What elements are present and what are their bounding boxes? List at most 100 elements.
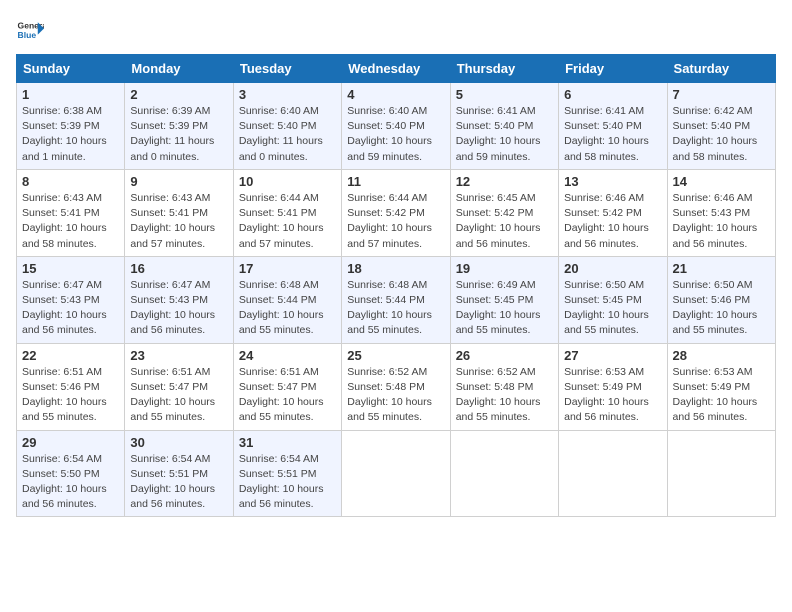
day-info: Sunrise: 6:53 AM Sunset: 5:49 PM Dayligh…	[564, 365, 661, 426]
day-cell: 25 Sunrise: 6:52 AM Sunset: 5:48 PM Dayl…	[342, 343, 450, 430]
day-number: 12	[456, 174, 553, 189]
day-info: Sunrise: 6:45 AM Sunset: 5:42 PM Dayligh…	[456, 191, 553, 252]
day-cell	[667, 430, 775, 517]
day-info: Sunrise: 6:41 AM Sunset: 5:40 PM Dayligh…	[564, 104, 661, 165]
day-info: Sunrise: 6:53 AM Sunset: 5:49 PM Dayligh…	[673, 365, 770, 426]
day-cell: 19 Sunrise: 6:49 AM Sunset: 5:45 PM Dayl…	[450, 256, 558, 343]
day-number: 10	[239, 174, 336, 189]
day-info: Sunrise: 6:40 AM Sunset: 5:40 PM Dayligh…	[347, 104, 444, 165]
day-info: Sunrise: 6:51 AM Sunset: 5:46 PM Dayligh…	[22, 365, 119, 426]
day-number: 4	[347, 87, 444, 102]
day-cell: 21 Sunrise: 6:50 AM Sunset: 5:46 PM Dayl…	[667, 256, 775, 343]
day-cell: 7 Sunrise: 6:42 AM Sunset: 5:40 PM Dayli…	[667, 83, 775, 170]
day-cell: 6 Sunrise: 6:41 AM Sunset: 5:40 PM Dayli…	[559, 83, 667, 170]
day-cell: 12 Sunrise: 6:45 AM Sunset: 5:42 PM Dayl…	[450, 169, 558, 256]
day-cell: 1 Sunrise: 6:38 AM Sunset: 5:39 PM Dayli…	[17, 83, 125, 170]
day-info: Sunrise: 6:43 AM Sunset: 5:41 PM Dayligh…	[130, 191, 227, 252]
day-number: 2	[130, 87, 227, 102]
day-cell: 11 Sunrise: 6:44 AM Sunset: 5:42 PM Dayl…	[342, 169, 450, 256]
day-number: 30	[130, 435, 227, 450]
day-number: 18	[347, 261, 444, 276]
day-info: Sunrise: 6:42 AM Sunset: 5:40 PM Dayligh…	[673, 104, 770, 165]
day-number: 23	[130, 348, 227, 363]
weekday-header-tuesday: Tuesday	[233, 55, 341, 83]
day-number: 13	[564, 174, 661, 189]
day-number: 28	[673, 348, 770, 363]
week-row-1: 1 Sunrise: 6:38 AM Sunset: 5:39 PM Dayli…	[17, 83, 776, 170]
day-info: Sunrise: 6:54 AM Sunset: 5:51 PM Dayligh…	[130, 452, 227, 513]
day-number: 25	[347, 348, 444, 363]
day-number: 14	[673, 174, 770, 189]
day-number: 17	[239, 261, 336, 276]
week-row-3: 15 Sunrise: 6:47 AM Sunset: 5:43 PM Dayl…	[17, 256, 776, 343]
day-cell: 10 Sunrise: 6:44 AM Sunset: 5:41 PM Dayl…	[233, 169, 341, 256]
day-number: 6	[564, 87, 661, 102]
day-cell: 3 Sunrise: 6:40 AM Sunset: 5:40 PM Dayli…	[233, 83, 341, 170]
day-info: Sunrise: 6:52 AM Sunset: 5:48 PM Dayligh…	[456, 365, 553, 426]
day-cell: 4 Sunrise: 6:40 AM Sunset: 5:40 PM Dayli…	[342, 83, 450, 170]
logo-icon: General Blue	[16, 16, 44, 44]
week-row-4: 22 Sunrise: 6:51 AM Sunset: 5:46 PM Dayl…	[17, 343, 776, 430]
day-number: 3	[239, 87, 336, 102]
day-cell: 23 Sunrise: 6:51 AM Sunset: 5:47 PM Dayl…	[125, 343, 233, 430]
week-row-5: 29 Sunrise: 6:54 AM Sunset: 5:50 PM Dayl…	[17, 430, 776, 517]
day-info: Sunrise: 6:47 AM Sunset: 5:43 PM Dayligh…	[22, 278, 119, 339]
weekday-header-friday: Friday	[559, 55, 667, 83]
weekday-header-wednesday: Wednesday	[342, 55, 450, 83]
day-info: Sunrise: 6:46 AM Sunset: 5:42 PM Dayligh…	[564, 191, 661, 252]
day-info: Sunrise: 6:38 AM Sunset: 5:39 PM Dayligh…	[22, 104, 119, 165]
day-info: Sunrise: 6:46 AM Sunset: 5:43 PM Dayligh…	[673, 191, 770, 252]
day-cell: 28 Sunrise: 6:53 AM Sunset: 5:49 PM Dayl…	[667, 343, 775, 430]
day-info: Sunrise: 6:44 AM Sunset: 5:41 PM Dayligh…	[239, 191, 336, 252]
day-cell: 5 Sunrise: 6:41 AM Sunset: 5:40 PM Dayli…	[450, 83, 558, 170]
day-cell: 17 Sunrise: 6:48 AM Sunset: 5:44 PM Dayl…	[233, 256, 341, 343]
day-cell: 20 Sunrise: 6:50 AM Sunset: 5:45 PM Dayl…	[559, 256, 667, 343]
weekday-header-saturday: Saturday	[667, 55, 775, 83]
day-info: Sunrise: 6:52 AM Sunset: 5:48 PM Dayligh…	[347, 365, 444, 426]
day-number: 7	[673, 87, 770, 102]
logo: General Blue	[16, 16, 44, 44]
day-cell	[559, 430, 667, 517]
day-number: 9	[130, 174, 227, 189]
day-cell: 8 Sunrise: 6:43 AM Sunset: 5:41 PM Dayli…	[17, 169, 125, 256]
day-info: Sunrise: 6:51 AM Sunset: 5:47 PM Dayligh…	[130, 365, 227, 426]
day-info: Sunrise: 6:49 AM Sunset: 5:45 PM Dayligh…	[456, 278, 553, 339]
day-info: Sunrise: 6:44 AM Sunset: 5:42 PM Dayligh…	[347, 191, 444, 252]
day-number: 27	[564, 348, 661, 363]
day-number: 11	[347, 174, 444, 189]
day-info: Sunrise: 6:48 AM Sunset: 5:44 PM Dayligh…	[347, 278, 444, 339]
day-cell: 30 Sunrise: 6:54 AM Sunset: 5:51 PM Dayl…	[125, 430, 233, 517]
day-info: Sunrise: 6:39 AM Sunset: 5:39 PM Dayligh…	[130, 104, 227, 165]
day-info: Sunrise: 6:50 AM Sunset: 5:46 PM Dayligh…	[673, 278, 770, 339]
day-cell: 14 Sunrise: 6:46 AM Sunset: 5:43 PM Dayl…	[667, 169, 775, 256]
svg-text:Blue: Blue	[18, 30, 37, 40]
day-cell: 29 Sunrise: 6:54 AM Sunset: 5:50 PM Dayl…	[17, 430, 125, 517]
day-cell: 22 Sunrise: 6:51 AM Sunset: 5:46 PM Dayl…	[17, 343, 125, 430]
day-cell: 27 Sunrise: 6:53 AM Sunset: 5:49 PM Dayl…	[559, 343, 667, 430]
day-info: Sunrise: 6:47 AM Sunset: 5:43 PM Dayligh…	[130, 278, 227, 339]
day-number: 15	[22, 261, 119, 276]
day-number: 8	[22, 174, 119, 189]
day-cell: 2 Sunrise: 6:39 AM Sunset: 5:39 PM Dayli…	[125, 83, 233, 170]
day-number: 19	[456, 261, 553, 276]
day-info: Sunrise: 6:50 AM Sunset: 5:45 PM Dayligh…	[564, 278, 661, 339]
weekday-header-thursday: Thursday	[450, 55, 558, 83]
day-cell	[450, 430, 558, 517]
day-info: Sunrise: 6:48 AM Sunset: 5:44 PM Dayligh…	[239, 278, 336, 339]
day-info: Sunrise: 6:51 AM Sunset: 5:47 PM Dayligh…	[239, 365, 336, 426]
day-number: 16	[130, 261, 227, 276]
day-info: Sunrise: 6:54 AM Sunset: 5:50 PM Dayligh…	[22, 452, 119, 513]
calendar-table: SundayMondayTuesdayWednesdayThursdayFrid…	[16, 54, 776, 517]
week-row-2: 8 Sunrise: 6:43 AM Sunset: 5:41 PM Dayli…	[17, 169, 776, 256]
day-number: 24	[239, 348, 336, 363]
day-number: 20	[564, 261, 661, 276]
day-number: 5	[456, 87, 553, 102]
day-number: 26	[456, 348, 553, 363]
day-cell: 13 Sunrise: 6:46 AM Sunset: 5:42 PM Dayl…	[559, 169, 667, 256]
day-cell: 26 Sunrise: 6:52 AM Sunset: 5:48 PM Dayl…	[450, 343, 558, 430]
day-cell: 15 Sunrise: 6:47 AM Sunset: 5:43 PM Dayl…	[17, 256, 125, 343]
day-number: 21	[673, 261, 770, 276]
day-info: Sunrise: 6:43 AM Sunset: 5:41 PM Dayligh…	[22, 191, 119, 252]
day-number: 22	[22, 348, 119, 363]
day-cell: 18 Sunrise: 6:48 AM Sunset: 5:44 PM Dayl…	[342, 256, 450, 343]
